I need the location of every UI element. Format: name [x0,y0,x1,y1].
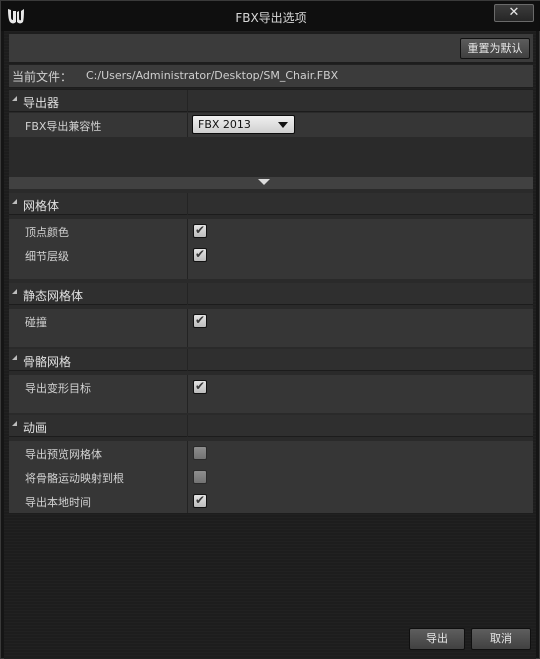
row-collision: 碰撞 ✔ [9,309,533,333]
column-divider [187,90,188,112]
expand-advanced-icon [258,179,270,185]
column-divider [187,465,188,489]
section-title-static-mesh: 静态网格体 [23,289,84,303]
section-header-animation[interactable]: 动画 [9,415,533,437]
morph-targets-checkbox[interactable]: ✔ [193,379,207,394]
advanced-expander[interactable] [9,177,533,189]
column-divider [187,193,188,215]
row-spacer [9,399,533,413]
column-divider [187,399,188,413]
row-map-skeletal-motion-to-root: 将骨骼运动映射到根 [9,465,533,489]
section-header-skeletal-mesh[interactable]: 骨骼网格 [9,349,533,371]
row-label: 顶点颜色 [25,226,69,239]
window-title: FBX导出选项 [235,11,307,25]
section-title-exporter: 导出器 [23,96,60,110]
row-label: 导出本地时间 [25,496,91,509]
map-motion-to-root-checkbox[interactable] [193,470,207,484]
row-export-local-time: 导出本地时间 ✔ [9,489,533,513]
toolbar: 重置为默认 [9,34,533,62]
dropdown-value: FBX 2013 [198,118,251,131]
section-title-mesh: 网格体 [23,199,60,213]
column-divider [187,219,188,243]
section-header-mesh[interactable]: 网格体 [9,193,533,215]
collapse-triangle-icon [12,421,17,426]
column-divider [187,415,188,437]
local-time-checkbox[interactable]: ✔ [193,493,207,508]
row-fbx-compatibility: FBX导出兼容性 FBX 2013 [9,113,533,137]
column-divider [187,441,188,465]
details-panel: 导出器 FBX导出兼容性 FBX 2013 网格体 顶点颜色 ✔ 细节层级 ✔ … [9,90,533,513]
collapse-triangle-icon [12,96,17,101]
check-icon: ✔ [195,313,206,327]
column-divider [187,309,188,333]
fbx-version-dropdown[interactable]: FBX 2013 [192,115,295,134]
collapse-triangle-icon [12,355,17,360]
close-button[interactable]: ✕ [494,4,534,22]
column-divider [187,489,188,513]
section-title-skeletal-mesh: 骨骼网格 [23,355,72,369]
vertex-color-checkbox[interactable]: ✔ [193,223,207,238]
column-divider [187,283,188,305]
row-label: FBX导出兼容性 [25,120,102,133]
current-file-bar: 当前文件： C:/Users/Administrator/Desktop/SM_… [9,65,533,87]
current-file-label: 当前文件： [12,70,73,84]
collapse-triangle-icon [12,199,17,204]
export-button[interactable]: 导出 [409,628,465,650]
column-divider [187,333,188,347]
reset-to-default-button[interactable]: 重置为默认 [460,38,530,59]
row-spacer [9,267,533,279]
row-label: 导出预览网格体 [25,448,102,461]
check-icon: ✔ [195,379,206,393]
dialog-body: 重置为默认 当前文件： C:/Users/Administrator/Deskt… [4,31,536,659]
column-divider [187,267,188,279]
row-label: 导出变形目标 [25,382,91,395]
fbx-export-dialog: FBX导出选项 ✕ 重置为默认 当前文件： C:/Users/Administr… [0,0,540,659]
title-bar[interactable]: FBX导出选项 ✕ [1,1,540,31]
check-icon: ✔ [195,247,206,261]
preview-mesh-checkbox[interactable] [193,446,207,460]
row-label: 细节层级 [25,250,69,263]
row-vertex-color: 顶点颜色 ✔ [9,219,533,243]
column-divider [187,113,188,137]
check-icon: ✔ [195,223,206,237]
dropdown-arrow-icon [278,122,288,128]
collapse-triangle-icon [12,289,17,294]
section-title-animation: 动画 [23,421,48,435]
row-export-preview-mesh: 导出预览网格体 [9,441,533,465]
check-icon: ✔ [195,493,206,507]
current-file-path: C:/Users/Administrator/Desktop/SM_Chair.… [86,69,339,82]
lod-checkbox[interactable]: ✔ [193,247,207,262]
row-spacer [9,333,533,347]
collision-checkbox[interactable]: ✔ [193,313,207,328]
column-divider [187,243,188,267]
section-header-static-mesh[interactable]: 静态网格体 [9,283,533,305]
row-export-morph-targets: 导出变形目标 ✔ [9,375,533,399]
row-level-of-detail: 细节层级 ✔ [9,243,533,267]
column-divider [187,349,188,371]
column-divider [187,375,188,399]
row-label: 将骨骼运动映射到根 [25,472,124,485]
row-label: 碰撞 [25,316,47,329]
cancel-button[interactable]: 取消 [471,628,531,650]
section-header-exporter[interactable]: 导出器 [9,90,533,112]
